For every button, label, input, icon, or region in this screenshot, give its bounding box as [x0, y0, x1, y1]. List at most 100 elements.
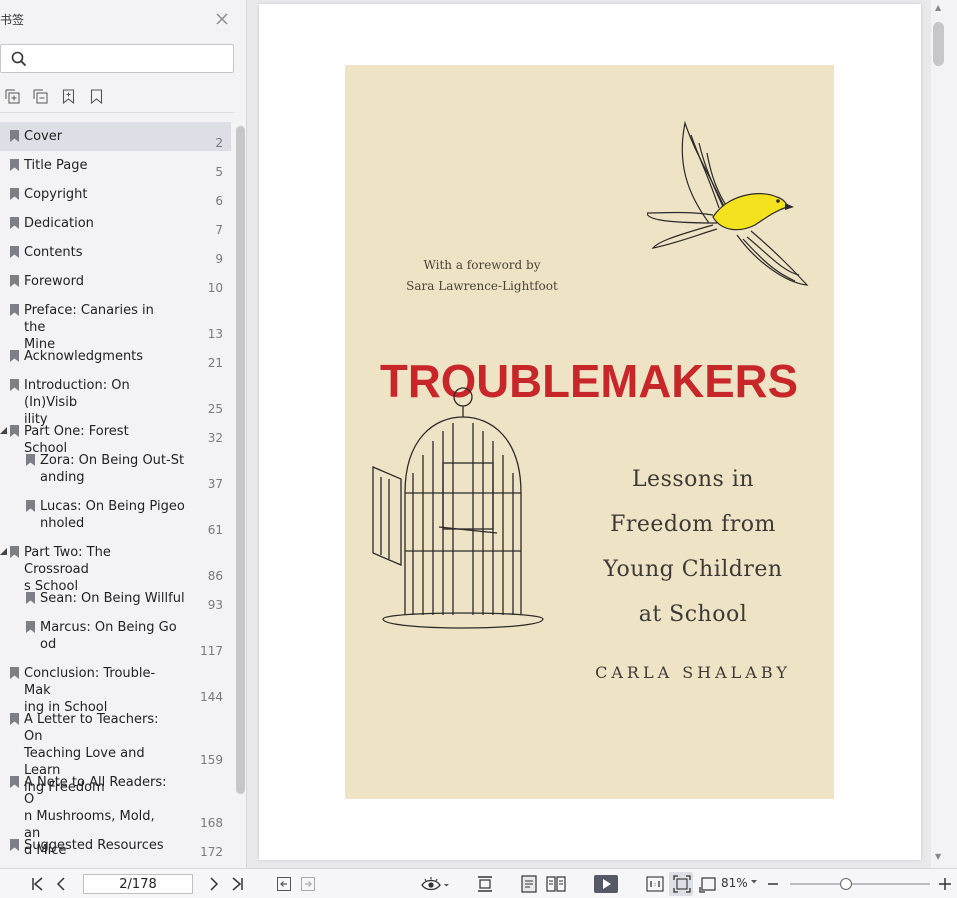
scrollbar-thumb[interactable] — [933, 22, 944, 66]
zoom-in-icon[interactable] — [938, 875, 952, 893]
sidebar-scrollbar[interactable] — [236, 126, 245, 794]
bookmark-sidebar: 书签 Cover 2 Title Page 5 Copyright 6 Dedi… — [0, 0, 247, 868]
bookmark-icon — [10, 776, 19, 788]
bookmark-icon — [10, 379, 19, 391]
bookmark-item[interactable]: Sean: On Being Willful 93 — [0, 584, 231, 613]
bookmark-item[interactable]: Introduction: On (In)Visib ility 25 — [0, 371, 231, 427]
bookmark-label: Sean: On Being Willful — [40, 591, 185, 606]
zoom-level[interactable]: 81% — [721, 876, 748, 890]
zoom-dropdown-icon[interactable] — [750, 878, 758, 896]
bookmark-page-number: 6 — [215, 194, 223, 208]
sidebar-divider — [0, 112, 234, 113]
page-number-input[interactable] — [83, 874, 193, 894]
bookmark-search-input[interactable] — [33, 49, 228, 68]
fit-width-icon[interactable] — [699, 875, 717, 893]
book-cover: With a foreword by Sara Lawrence-Lightfo… — [345, 65, 834, 799]
bookmark-item[interactable]: Zora: On Being Out-St anding 37 — [0, 446, 231, 492]
actual-size-icon[interactable] — [646, 875, 664, 893]
bookmark-item[interactable]: Part Two: The Crossroad s School 86 — [0, 538, 231, 594]
first-page-icon[interactable] — [30, 875, 44, 893]
bookmark-icon — [10, 130, 19, 142]
bookmark-item[interactable]: A Letter to Teachers: On Teaching Love a… — [0, 705, 231, 795]
bookmark-icon — [10, 713, 19, 725]
bookmark-icon — [10, 275, 19, 287]
next-page-icon[interactable] — [208, 875, 220, 893]
close-icon[interactable] — [214, 11, 230, 27]
expand-all-icon[interactable] — [4, 88, 21, 105]
cover-author: CARLA SHALABY — [595, 663, 791, 682]
bookmark-label: Acknowledgments — [24, 349, 144, 364]
last-page-icon[interactable] — [231, 875, 245, 893]
bookmark-item[interactable]: Conclusion: Trouble-Mak ing in School 144 — [0, 659, 231, 715]
bookmark-item[interactable]: Cover 2 — [0, 122, 231, 151]
bookmark-page-number: 13 — [207, 327, 223, 341]
bookmark-page-number: 61 — [207, 523, 223, 537]
document-scrollbar[interactable]: ▲ ▼ — [931, 0, 957, 868]
bookmark-page-number: 144 — [200, 690, 223, 704]
bookmark-item[interactable]: Preface: Canaries in the Mine 13 — [0, 296, 231, 352]
bookmark-item[interactable]: Title Page 5 — [0, 151, 231, 180]
bookmark-icon — [10, 667, 19, 679]
birdcage-illustration — [372, 387, 544, 629]
foreword-credit: With a foreword by Sara Lawrence-Lightfo… — [345, 255, 619, 297]
scroll-up-icon[interactable]: ▲ — [935, 3, 941, 12]
single-page-icon[interactable] — [520, 875, 538, 893]
bookmark-page-number: 117 — [200, 644, 223, 658]
bookmark-label: Copyright — [24, 187, 88, 202]
bookmark-icon — [10, 246, 19, 258]
bookmark-item[interactable]: Copyright 6 — [0, 180, 231, 209]
zoom-out-icon[interactable] — [767, 875, 779, 893]
sidebar-header: 书签 — [0, 8, 247, 30]
bookmark-item[interactable]: Marcus: On Being Go od 117 — [0, 613, 231, 659]
bookmark-icon[interactable] — [88, 88, 105, 105]
scroll-down-icon[interactable]: ▼ — [935, 852, 941, 861]
add-bookmark-icon[interactable] — [60, 88, 77, 105]
fit-page-icon[interactable] — [673, 875, 691, 893]
bookmark-page-number: 25 — [207, 402, 223, 416]
previous-page-icon[interactable] — [55, 875, 67, 893]
bookmark-label: Foreword — [24, 274, 84, 289]
subtitle-line: at School — [638, 602, 748, 627]
bookmark-icon — [10, 425, 19, 437]
bookmark-label: Title Page — [24, 158, 88, 173]
two-page-icon[interactable] — [546, 875, 566, 893]
bookmark-item[interactable]: Lucas: On Being Pigeo nholed 61 — [0, 492, 231, 538]
go-forward-icon[interactable] — [300, 875, 316, 893]
bookmark-item[interactable]: Suggested Resources 172 — [0, 831, 231, 860]
bookmark-search-box[interactable] — [0, 44, 234, 73]
bookmark-page-number: 5 — [215, 165, 223, 179]
bookmark-page-number: 10 — [207, 281, 223, 295]
bookmark-icon — [10, 188, 19, 200]
bookmark-page-number: 172 — [200, 845, 223, 859]
bookmark-page-number: 32 — [207, 431, 223, 445]
bookmark-icon — [26, 500, 35, 512]
eye-care-icon[interactable] — [421, 875, 451, 893]
bookmark-item[interactable]: Dedication 7 — [0, 209, 231, 238]
bookmark-icon — [10, 217, 19, 229]
bookmark-label: Suggested Resources — [24, 838, 164, 853]
bookmark-icon — [26, 592, 35, 604]
bookmark-icon — [10, 350, 19, 362]
bookmark-label: Cover — [24, 129, 63, 144]
foreword-author: Sara Lawrence-Lightfoot — [406, 279, 558, 293]
bookmark-item[interactable]: Contents 9 — [0, 238, 231, 267]
bookmark-page-number: 37 — [207, 477, 223, 491]
go-back-icon[interactable] — [276, 875, 292, 893]
bookmark-item[interactable]: Part One: Forest School 32 — [0, 417, 231, 456]
subtitle-line: Freedom from — [610, 512, 776, 537]
document-view[interactable]: With a foreword by Sara Lawrence-Lightfo… — [248, 0, 931, 868]
collapse-triangle-icon[interactable] — [0, 427, 7, 434]
collapse-all-icon[interactable] — [32, 88, 49, 105]
bookmark-item[interactable]: Acknowledgments 21 — [0, 342, 231, 371]
slideshow-button[interactable] — [594, 875, 618, 893]
bookmark-page-number: 2 — [215, 136, 223, 150]
zoom-slider-knob[interactable] — [840, 878, 852, 890]
collapse-triangle-icon[interactable] — [0, 548, 7, 555]
search-icon — [11, 51, 27, 67]
bookmark-item[interactable]: Foreword 10 — [0, 267, 231, 296]
bookmark-icon — [10, 159, 19, 171]
continuous-scroll-icon[interactable] — [476, 875, 494, 893]
zoom-slider[interactable] — [790, 878, 930, 890]
cover-subtitle: Lessons in Freedom from Young Children a… — [575, 457, 811, 637]
bookmark-item[interactable]: A Note to All Readers: O n Mushrooms, Mo… — [0, 768, 231, 858]
